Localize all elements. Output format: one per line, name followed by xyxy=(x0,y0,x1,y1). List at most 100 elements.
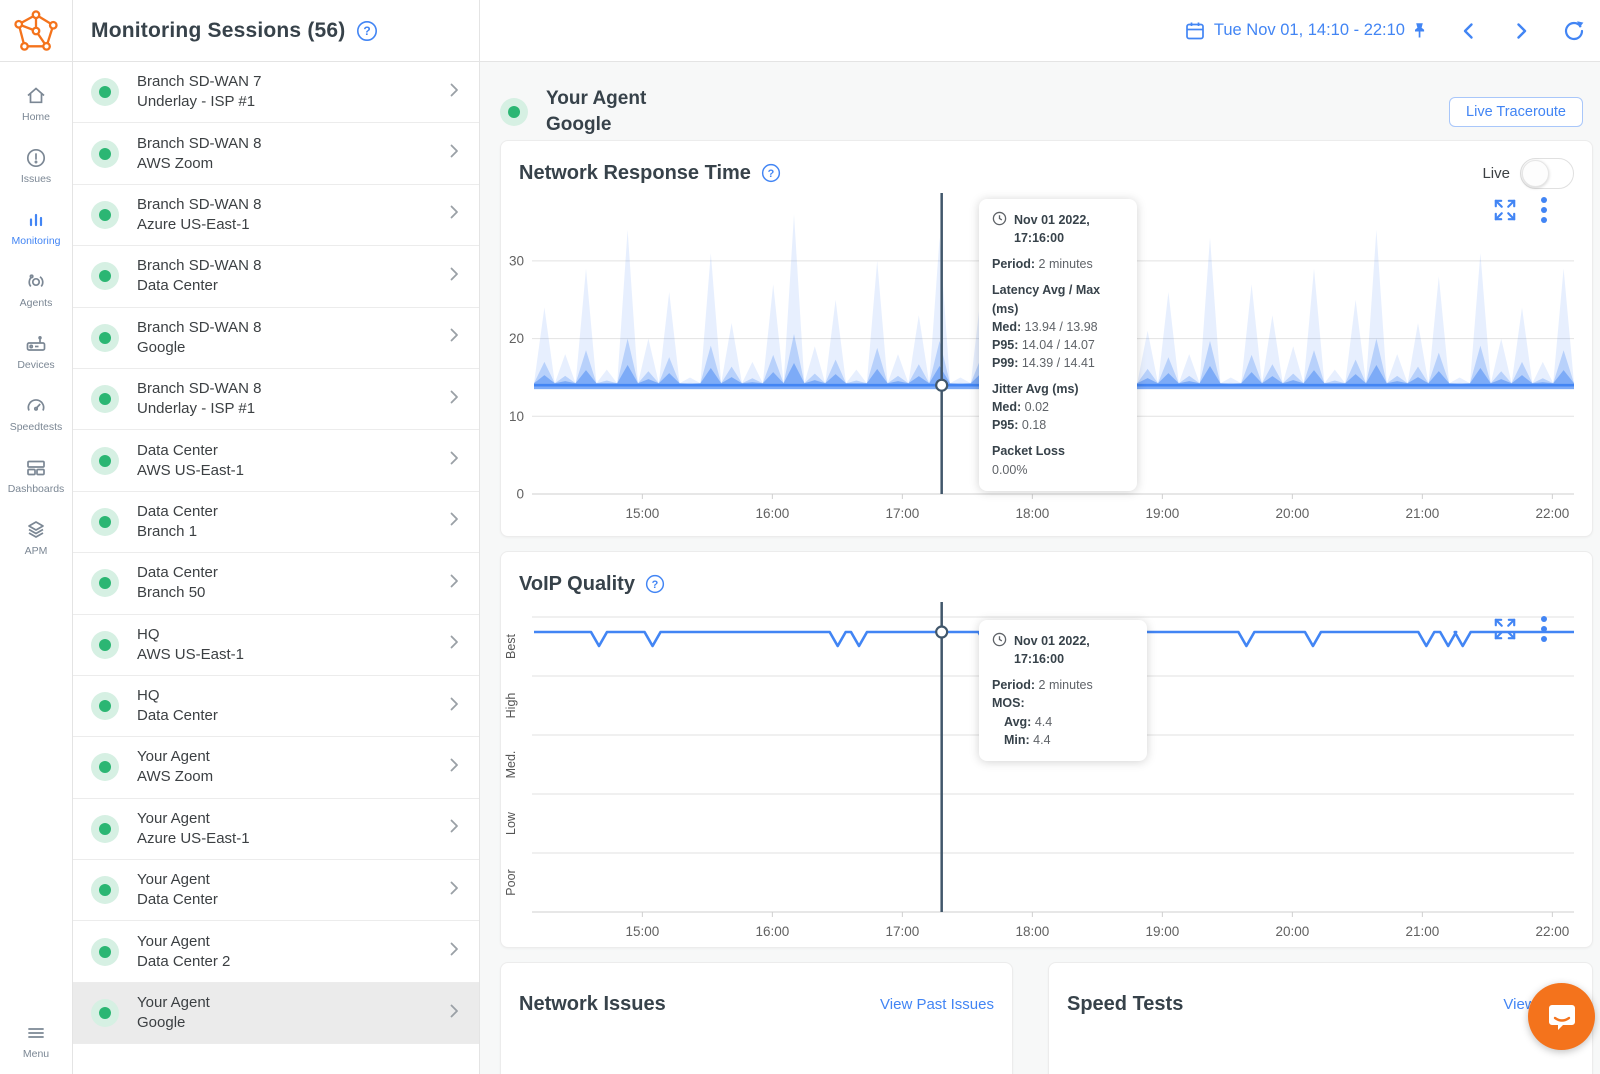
session-name: HQ xyxy=(137,625,445,645)
sidebar-item-devices[interactable]: Devices xyxy=(17,332,54,371)
refresh-icon[interactable] xyxy=(1562,19,1586,43)
x-tick-label: 20:00 xyxy=(1275,506,1309,521)
x-tick-label: 22:00 xyxy=(1535,924,1569,939)
session-name: Your Agent xyxy=(137,870,445,890)
y-tick-label: 10 xyxy=(509,409,524,424)
session-row[interactable]: HQ AWS US-East-1 xyxy=(73,615,479,676)
status-dot xyxy=(91,692,119,720)
sidebar-item-apm[interactable]: APM xyxy=(24,518,48,557)
session-row[interactable]: HQ Data Center xyxy=(73,676,479,737)
view-past-issues-link[interactable]: View Past Issues xyxy=(880,996,994,1013)
live-traceroute-button[interactable]: Live Traceroute xyxy=(1449,97,1583,127)
session-name: Branch SD-WAN 8 xyxy=(137,379,445,399)
chevron-right-icon xyxy=(445,756,463,779)
sidebar-item-menu[interactable]: Menu xyxy=(23,1021,49,1060)
session-target: AWS US-East-1 xyxy=(137,645,445,665)
session-name: Branch SD-WAN 8 xyxy=(137,318,445,338)
y-tick-label: 0 xyxy=(516,487,524,502)
sessions-panel-header: Monitoring Sessions (56) ? xyxy=(73,0,480,62)
x-tick-label: 18:00 xyxy=(1015,506,1049,521)
svg-text:?: ? xyxy=(652,579,659,591)
help-icon[interactable]: ? xyxy=(356,20,378,42)
pin-icon[interactable] xyxy=(1411,22,1428,39)
voip-quality-card: VoIP Quality ? BestHighMed.LowPoor15:001… xyxy=(500,551,1593,948)
sidebar-item-issues[interactable]: Issues xyxy=(21,146,51,185)
chevron-right-icon xyxy=(445,142,463,165)
help-icon[interactable]: ? xyxy=(761,163,781,183)
session-row[interactable]: Data Center Branch 50 xyxy=(73,553,479,614)
session-row[interactable]: Your Agent Azure US-East-1 xyxy=(73,799,479,860)
x-tick-label: 15:00 xyxy=(625,924,659,939)
chevron-right-icon[interactable] xyxy=(1510,20,1532,42)
network-logo-icon xyxy=(13,8,59,54)
sidebar-item-speedtests[interactable]: Speedtests xyxy=(10,394,63,433)
calendar-icon[interactable] xyxy=(1184,20,1206,42)
session-name: Branch SD-WAN 8 xyxy=(137,195,445,215)
session-name: Branch SD-WAN 8 xyxy=(137,134,445,154)
chevron-right-icon xyxy=(445,449,463,472)
sidebar-item-agents[interactable]: Agents xyxy=(20,270,53,309)
sidebar-item-dashboards[interactable]: Dashboards xyxy=(8,456,65,495)
session-target: Data Center 2 xyxy=(137,952,445,972)
x-tick-label: 17:00 xyxy=(885,924,919,939)
date-range[interactable]: Tue Nov 01, 14:10 - 22:10 xyxy=(1214,21,1405,40)
session-name: Data Center xyxy=(137,502,445,522)
agent-name: Your Agent Google xyxy=(546,86,1449,138)
status-dot xyxy=(91,753,119,781)
session-row[interactable]: Branch SD-WAN 8 AWS Zoom xyxy=(73,123,479,184)
live-toggle-label: Live xyxy=(1482,165,1510,182)
chevron-right-icon xyxy=(445,572,463,595)
x-tick-label: 18:00 xyxy=(1015,924,1049,939)
nrt-tooltip: Nov 01 2022, 17:16:00 Period: 2 minutes … xyxy=(979,199,1137,491)
sidebar-item-monitoring[interactable]: Monitoring xyxy=(11,208,60,247)
x-tick-label: 16:00 xyxy=(755,506,789,521)
sessions-list: Branch SD-WAN 7 Underlay - ISP #1 Branch… xyxy=(73,62,480,1074)
session-target: Data Center xyxy=(137,706,445,726)
y-category-label: Poor xyxy=(504,869,518,895)
nrt-chart: 010203015:0016:0017:0018:0019:0020:0021:… xyxy=(519,191,1574,526)
sidebar-item-home[interactable]: Home xyxy=(22,84,50,123)
status-dot xyxy=(91,385,119,413)
session-row[interactable]: Your Agent Google xyxy=(73,983,479,1044)
kebab-menu-icon[interactable] xyxy=(1540,196,1548,224)
expand-icon[interactable] xyxy=(1492,616,1518,642)
y-category-label: Best xyxy=(504,633,518,659)
x-tick-label: 15:00 xyxy=(625,506,659,521)
live-toggle[interactable] xyxy=(1520,158,1574,189)
session-row[interactable]: Your Agent Data Center xyxy=(73,860,479,921)
session-name: Your Agent xyxy=(137,993,445,1013)
x-tick-label: 21:00 xyxy=(1405,506,1439,521)
voip-chart: BestHighMed.LowPoor15:0016:0017:0018:001… xyxy=(519,602,1574,937)
session-row[interactable]: Branch SD-WAN 8 Google xyxy=(73,308,479,369)
session-name: Your Agent xyxy=(137,747,445,767)
session-name: Branch SD-WAN 8 xyxy=(137,256,445,276)
session-target: Branch 1 xyxy=(137,522,445,542)
session-row[interactable]: Data Center Branch 1 xyxy=(73,492,479,553)
chevron-left-icon[interactable] xyxy=(1458,20,1480,42)
session-target: Azure US-East-1 xyxy=(137,829,445,849)
chat-launcher[interactable] xyxy=(1528,983,1595,1050)
session-row[interactable]: Your Agent AWS Zoom xyxy=(73,737,479,798)
help-icon[interactable]: ? xyxy=(645,574,665,594)
session-row[interactable]: Branch SD-WAN 8 Azure US-East-1 xyxy=(73,185,479,246)
session-row[interactable]: Data Center AWS US-East-1 xyxy=(73,430,479,491)
x-tick-label: 20:00 xyxy=(1275,924,1309,939)
session-name: Your Agent xyxy=(137,809,445,829)
network-issues-card: Network Issues View Past Issues xyxy=(500,962,1013,1074)
crosshair-marker xyxy=(936,627,947,638)
chevron-right-icon xyxy=(445,817,463,840)
session-name: Your Agent xyxy=(137,932,445,952)
speed-tests-card: Speed Tests View More xyxy=(1048,962,1593,1074)
expand-icon[interactable] xyxy=(1492,197,1518,223)
session-row[interactable]: Branch SD-WAN 8 Underlay - ISP #1 xyxy=(73,369,479,430)
session-target: Underlay - ISP #1 xyxy=(137,92,445,112)
x-tick-label: 19:00 xyxy=(1145,506,1179,521)
kebab-menu-icon[interactable] xyxy=(1540,615,1548,643)
session-row[interactable]: Your Agent Data Center 2 xyxy=(73,921,479,982)
session-row[interactable]: Branch SD-WAN 8 Data Center xyxy=(73,246,479,307)
session-row[interactable]: Branch SD-WAN 7 Underlay - ISP #1 xyxy=(73,62,479,123)
chevron-right-icon xyxy=(445,510,463,533)
main-content: Your Agent Google Live Traceroute Networ… xyxy=(480,62,1600,1074)
x-tick-label: 19:00 xyxy=(1145,924,1179,939)
app-logo[interactable] xyxy=(0,0,73,62)
